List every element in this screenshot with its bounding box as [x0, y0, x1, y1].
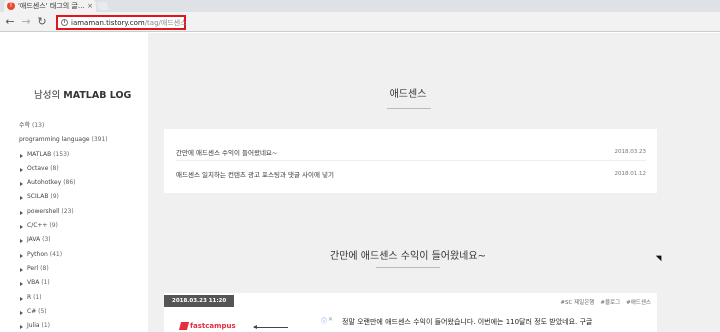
arrow-left-icon	[253, 325, 288, 329]
forward-icon[interactable]: →	[19, 15, 33, 29]
category-count: (9)	[49, 222, 58, 230]
category-name: 수학	[19, 122, 31, 129]
article-body: 정말 오랜만에 애드센스 수익이 들어왔습니다. 이번에는 110달러 정도 받…	[342, 318, 593, 326]
category-name: Autohotkey	[27, 179, 62, 187]
category-name: Julia	[27, 322, 40, 330]
blog-title-bold: MATLAB LOG	[63, 90, 132, 101]
address-host: iamaman.tistory.com	[71, 18, 145, 27]
ad-choices[interactable]: ⓘ ✕	[321, 316, 333, 325]
address-path: /tag/애드센스	[144, 18, 187, 27]
category-count: (153)	[53, 150, 70, 158]
category-name: powershell	[27, 207, 60, 215]
post-title[interactable]: 애드센스 일치하는 컨텐츠 광고 포스팅과 댓글 사이에 넣기	[176, 169, 334, 179]
category-name: Perl	[27, 264, 39, 272]
category-name: MATLAB	[27, 150, 52, 158]
post-date: 2018.01.12	[614, 171, 647, 177]
address-bar[interactable]: i iamaman.tistory.com/tag/애드센스	[56, 15, 187, 30]
article-heading[interactable]: 간만에 애드센스 수익이 들어왔네요~	[148, 247, 668, 262]
tag-heading: 애드센스	[389, 89, 427, 100]
article-card: 2018.03.23 11:20 #SC 제일은행 #블로그 #애드센스 fas…	[164, 293, 657, 332]
ad-close-icon[interactable]: ✕	[328, 316, 333, 325]
subcategory-item[interactable]: Perl (8)	[19, 262, 108, 276]
main-content: 애드센스 간만에 애드센스 수익이 들어왔네요~ 2018.03.23 애드센스…	[148, 33, 720, 332]
category-list: 수학 (13) programming language (391) MATLA…	[19, 119, 108, 332]
new-tab-button[interactable]	[96, 2, 110, 10]
tag-link[interactable]: #SC 제일은행	[560, 298, 594, 306]
tag-link[interactable]: #블로그	[600, 298, 620, 306]
category-name: SCILAB	[27, 193, 49, 201]
subcategory-item[interactable]: R (1)	[19, 291, 108, 305]
category-count: (8)	[40, 264, 49, 272]
blog-title[interactable]: 남성의 MATLAB LOG	[34, 87, 131, 101]
category-name: Python	[27, 250, 48, 258]
category-name: C/C++	[27, 222, 48, 230]
category-item[interactable]: 수학 (13)	[19, 119, 108, 133]
category-name: Octave	[27, 164, 49, 172]
article-tags: #SC 제일은행 #블로그 #애드센스	[560, 298, 651, 306]
fastcampus-logo-icon	[178, 322, 190, 330]
category-name: JAVA	[27, 236, 41, 244]
sidebar: 남성의 MATLAB LOG 수학 (13) programming langu…	[0, 33, 148, 332]
tag-post-list: 간만에 애드센스 수익이 들어왔네요~ 2018.03.23 애드센스 일치하는…	[164, 129, 657, 193]
tag-link[interactable]: #애드센스	[626, 298, 651, 306]
category-name: VBA	[27, 279, 40, 287]
subcategory-item[interactable]: Octave (8)	[19, 162, 108, 176]
category-count: (8)	[50, 164, 59, 172]
category-name: R	[27, 293, 32, 301]
category-count: (5)	[38, 307, 47, 315]
category-count: (1)	[33, 293, 42, 301]
subcategory-item[interactable]: Julia (1)	[19, 319, 108, 332]
ad-logo[interactable]: fastcampus	[178, 322, 236, 330]
info-icon[interactable]: i	[61, 19, 68, 26]
tab-bar: T '애드센스' 태그의 글 목록 ×	[0, 0, 720, 12]
category-name: programming language	[19, 136, 90, 144]
subcategory-item[interactable]: VBA (1)	[19, 276, 108, 290]
category-count: (9)	[50, 193, 59, 201]
browser-tab[interactable]: T '애드센스' 태그의 글 목록 ×	[4, 0, 96, 12]
category-count: (13)	[31, 122, 45, 129]
post-date: 2018.03.23	[614, 148, 647, 155]
post-list-item[interactable]: 애드센스 일치하는 컨텐츠 광고 포스팅과 댓글 사이에 넣기 2018.01.…	[176, 165, 646, 183]
subcategory-item[interactable]: C# (5)	[19, 305, 108, 319]
address-text: iamaman.tistory.com/tag/애드센스	[71, 18, 187, 28]
ad-info-icon[interactable]: ⓘ	[321, 316, 327, 325]
category-item[interactable]: programming language (391)	[19, 133, 108, 147]
category-count: (3)	[42, 236, 51, 244]
subcategory-item[interactable]: C/C++ (9)	[19, 219, 108, 233]
subcategory-item[interactable]: powershell (23)	[19, 205, 108, 219]
post-title[interactable]: 간만에 애드센스 수익이 들어왔네요~	[176, 147, 277, 157]
tab-title: '애드센스' 태그의 글 목록	[18, 2, 85, 10]
subcategory-item[interactable]: Autohotkey (86)	[19, 176, 108, 190]
article-date-badge: 2018.03.23 11:20	[164, 295, 235, 307]
category-count: (23)	[61, 207, 74, 215]
heading-underline	[376, 267, 440, 268]
category-count: (1)	[41, 322, 51, 330]
heading-underline	[387, 108, 431, 109]
ad-logo-text: fastcampus	[190, 322, 236, 330]
category-count: (41)	[49, 250, 63, 258]
browser-toolbar: ← → ↻ i iamaman.tistory.com/tag/애드센스	[0, 12, 720, 32]
subcategory-item[interactable]: MATLAB (153)	[19, 148, 108, 162]
category-name: C#	[27, 307, 37, 315]
category-count: (86)	[63, 179, 76, 187]
category-count: (391)	[91, 136, 108, 144]
post-list-item[interactable]: 간만에 애드센스 수익이 들어왔네요~ 2018.03.23	[176, 143, 646, 161]
reload-icon[interactable]: ↻	[35, 15, 49, 29]
tistory-favicon-icon: T	[7, 2, 15, 10]
subcategory-item[interactable]: JAVA (3)	[19, 233, 108, 247]
close-tab-icon[interactable]: ×	[87, 2, 93, 10]
back-icon[interactable]: ←	[3, 15, 17, 29]
subcategory-item[interactable]: SCILAB (9)	[19, 190, 108, 204]
category-count: (1)	[41, 279, 50, 287]
subcategory-item[interactable]: Python (41)	[19, 248, 108, 262]
blog-title-prefix: 남성의	[34, 90, 64, 101]
